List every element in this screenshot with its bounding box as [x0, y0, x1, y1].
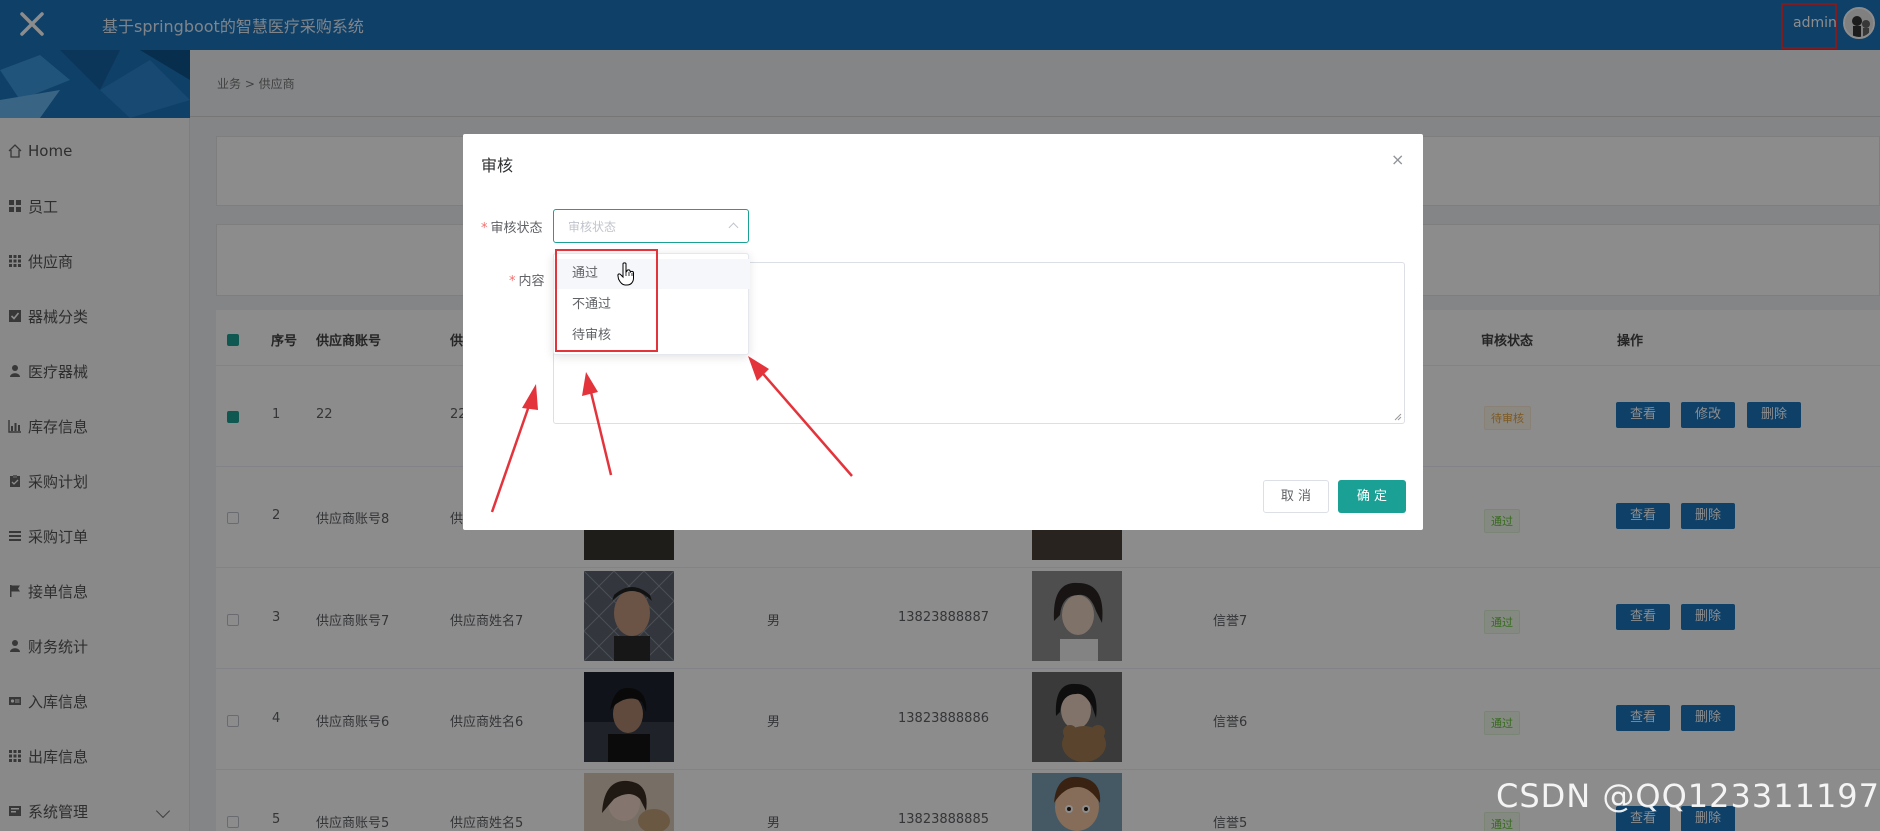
watermark: CSDN @QQ123311197 — [1496, 777, 1880, 815]
hand-cursor-icon — [617, 262, 634, 286]
close-icon[interactable]: × — [1391, 150, 1404, 169]
content-label: * 内容 — [509, 274, 545, 289]
chevron-up-icon — [728, 222, 739, 233]
confirm-button[interactable]: 确 定 — [1338, 480, 1406, 513]
annotation-box — [555, 249, 658, 352]
status-label: * 审核状态 — [481, 221, 543, 236]
select-placeholder: 审核状态 — [568, 220, 617, 234]
dialog-title: 审核 — [481, 156, 514, 175]
resize-handle-icon[interactable] — [1394, 413, 1402, 421]
status-select[interactable]: 审核状态 — [553, 209, 749, 243]
cancel-button[interactable]: 取 消 — [1263, 480, 1329, 513]
